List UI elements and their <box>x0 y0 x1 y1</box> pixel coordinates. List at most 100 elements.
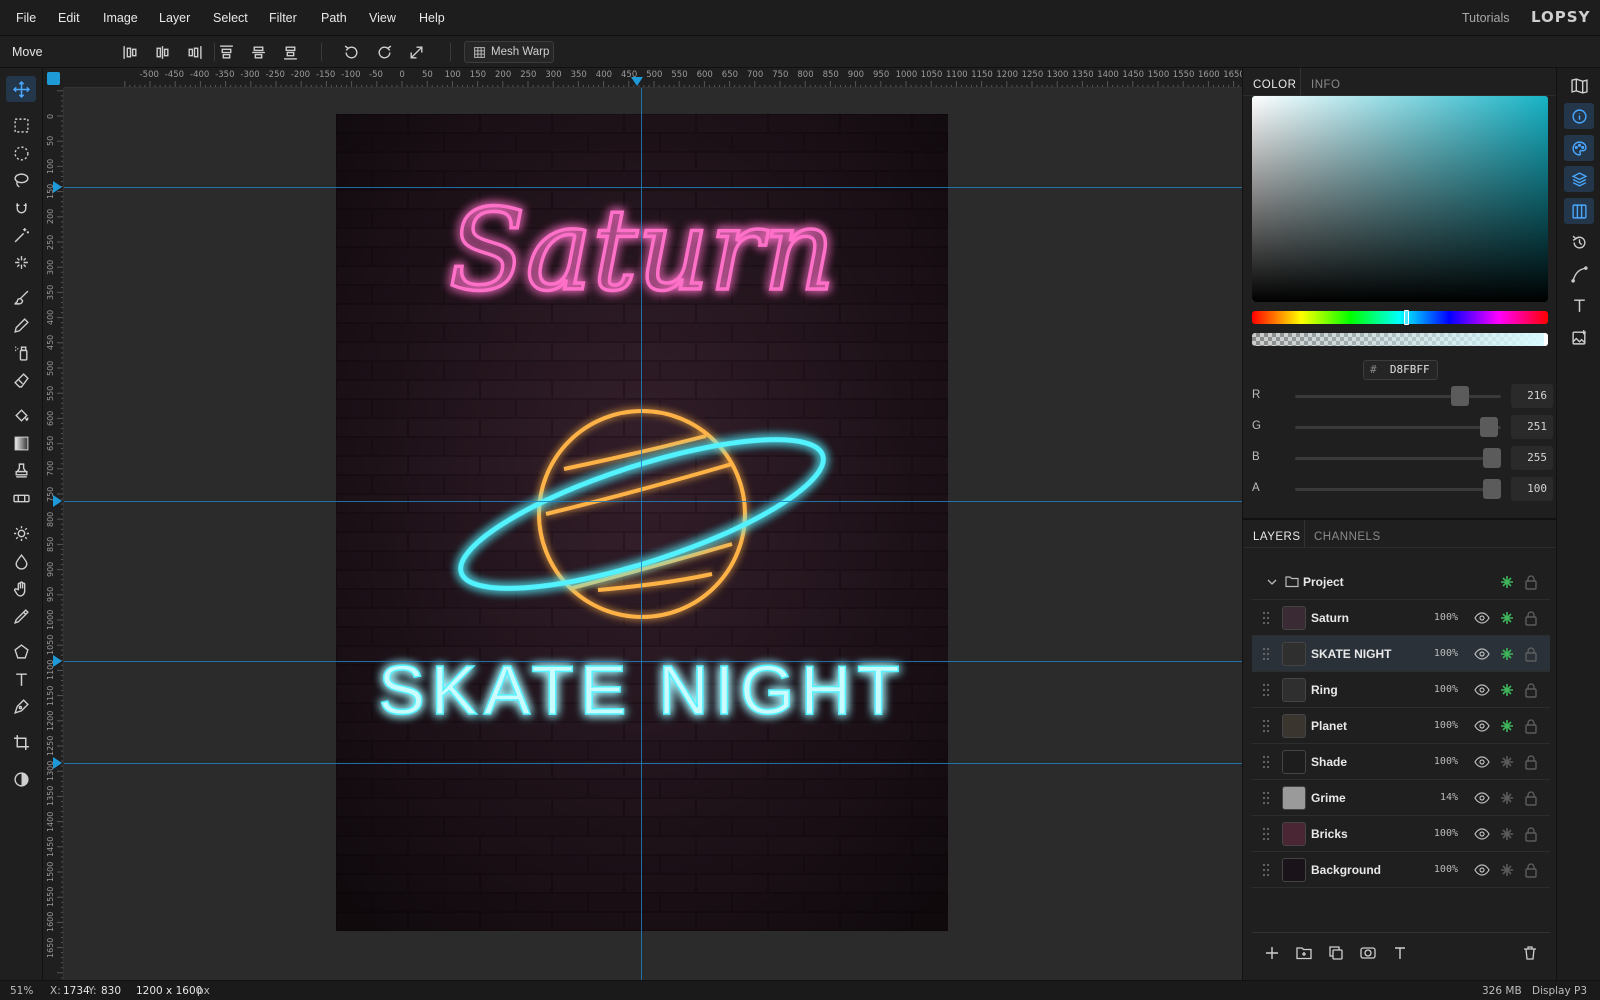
channel-a-slider[interactable] <box>1295 488 1501 491</box>
align-right-button[interactable] <box>184 43 204 61</box>
drag-handle-icon[interactable] <box>1262 718 1270 734</box>
add-layer-button[interactable] <box>1262 943 1282 963</box>
layer-name[interactable]: Shade <box>1311 755 1347 769</box>
canvas-area[interactable]: Saturn SKATE NIGHT <box>64 88 1242 980</box>
mesh-warp-button[interactable]: Mesh Warp <box>464 41 554 63</box>
eyedropper-tool[interactable] <box>6 603 36 629</box>
lock-icon[interactable] <box>1524 718 1538 734</box>
quick-select-tool[interactable] <box>6 249 36 275</box>
layer-row[interactable]: Background 100% <box>1252 852 1550 888</box>
pencil-tool[interactable] <box>6 312 36 338</box>
blur-tool[interactable] <box>6 548 36 574</box>
layer-opacity[interactable]: 100% <box>1422 612 1458 623</box>
alpha-slider[interactable] <box>1252 333 1548 346</box>
layer-opacity[interactable]: 100% <box>1422 648 1458 659</box>
channel-g-handle[interactable] <box>1479 417 1498 437</box>
layer-opacity[interactable]: 100% <box>1422 828 1458 839</box>
fx-icon[interactable] <box>1499 682 1515 698</box>
drag-handle-icon[interactable] <box>1262 646 1270 662</box>
drag-handle-icon[interactable] <box>1262 826 1270 842</box>
fx-icon[interactable] <box>1499 646 1515 662</box>
zoom-level[interactable]: 51% <box>10 985 33 997</box>
layer-row[interactable]: SKATE NIGHT 100% <box>1252 636 1550 672</box>
channel-b-slider[interactable] <box>1295 457 1501 460</box>
layer-opacity[interactable]: 14% <box>1422 792 1458 803</box>
color-saturation-field[interactable] <box>1252 96 1548 302</box>
fx-icon[interactable] <box>1499 718 1515 734</box>
eye-icon[interactable] <box>1474 718 1490 734</box>
align-left-button[interactable] <box>120 43 140 61</box>
fx-icon[interactable] <box>1499 826 1515 842</box>
adjustment-tool[interactable] <box>6 766 36 792</box>
align-center-h-button[interactable] <box>152 43 172 61</box>
delete-layer-button[interactable] <box>1520 943 1540 963</box>
lock-icon[interactable] <box>1524 754 1538 770</box>
add-group-button[interactable] <box>1294 943 1314 963</box>
tab-layers[interactable]: LAYERS <box>1253 526 1301 548</box>
fx-icon[interactable] <box>1499 574 1515 590</box>
horizontal-guide[interactable] <box>64 187 1242 188</box>
channel-r-value[interactable]: 216 <box>1511 384 1553 408</box>
menu-select[interactable]: Select <box>213 11 248 25</box>
healing-tool[interactable] <box>6 485 36 511</box>
magic-wand-tool[interactable] <box>6 222 36 248</box>
vertical-guide[interactable] <box>641 88 642 980</box>
alpha-slider-handle[interactable] <box>1544 333 1548 346</box>
horizontal-guide[interactable] <box>64 763 1242 764</box>
shape-tool[interactable] <box>6 638 36 664</box>
drag-handle-icon[interactable] <box>1262 754 1270 770</box>
channel-g-value[interactable]: 251 <box>1511 415 1553 439</box>
horizontal-guide[interactable] <box>64 661 1242 662</box>
layers-panel-button[interactable] <box>1564 166 1594 192</box>
character-panel-button[interactable] <box>1564 292 1594 318</box>
rotate-left-button[interactable] <box>341 43 361 61</box>
duplicate-layer-button[interactable] <box>1326 943 1346 963</box>
layer-name[interactable]: Ring <box>1311 683 1338 697</box>
guide-marker-left[interactable] <box>53 495 63 507</box>
lock-icon[interactable] <box>1524 646 1538 662</box>
gradient-tool[interactable] <box>6 430 36 456</box>
layer-row[interactable]: Saturn 100% <box>1252 600 1550 636</box>
menu-layer[interactable]: Layer <box>159 11 190 25</box>
channel-b-value[interactable]: 255 <box>1511 446 1553 470</box>
menu-file[interactable]: File <box>16 11 36 25</box>
navigator-button[interactable] <box>1564 72 1594 98</box>
channel-a-handle[interactable] <box>1483 479 1501 499</box>
layer-opacity[interactable]: 100% <box>1422 756 1458 767</box>
fx-icon[interactable] <box>1499 610 1515 626</box>
hex-input[interactable]: # D8FBFF <box>1363 360 1438 380</box>
lock-icon[interactable] <box>1524 862 1538 878</box>
layer-opacity[interactable]: 100% <box>1422 684 1458 695</box>
layer-opacity[interactable]: 100% <box>1422 864 1458 875</box>
menu-filter[interactable]: Filter <box>269 11 297 25</box>
text-tool[interactable] <box>6 666 36 692</box>
eraser-tool[interactable] <box>6 367 36 393</box>
drag-handle-icon[interactable] <box>1262 790 1270 806</box>
ellipse-select-tool[interactable] <box>6 140 36 166</box>
horizontal-ruler[interactable]: -500 -450 -400 -350 -300 -250 -200 -150 -100 -50 0… <box>64 68 1242 88</box>
layer-row[interactable]: Shade 100% <box>1252 744 1550 780</box>
layer-row[interactable]: Ring 100% <box>1252 672 1550 708</box>
channels-panel-button[interactable] <box>1564 198 1594 224</box>
menu-edit[interactable]: Edit <box>58 11 80 25</box>
eye-icon[interactable] <box>1474 790 1490 806</box>
hue-slider-handle[interactable] <box>1403 310 1409 325</box>
menu-view[interactable]: View <box>369 11 396 25</box>
hue-slider[interactable] <box>1252 310 1548 325</box>
menu-path[interactable]: Path <box>321 11 347 25</box>
magnetic-lasso-tool[interactable] <box>6 195 36 221</box>
menu-help[interactable]: Help <box>419 11 445 25</box>
lock-icon[interactable] <box>1524 682 1538 698</box>
layer-name[interactable]: SKATE NIGHT <box>1311 647 1391 661</box>
rect-select-tool[interactable] <box>6 112 36 138</box>
eye-icon[interactable] <box>1474 826 1490 842</box>
align-bottom-button[interactable] <box>280 43 300 61</box>
drag-handle-icon[interactable] <box>1262 610 1270 626</box>
guide-marker-left[interactable] <box>53 757 63 769</box>
menu-image[interactable]: Image <box>103 11 138 25</box>
fill-tool[interactable] <box>6 402 36 428</box>
spray-tool[interactable] <box>6 339 36 365</box>
horizontal-guide[interactable] <box>64 501 1242 502</box>
tutorials-link[interactable]: Tutorials <box>1462 11 1509 25</box>
drag-handle-icon[interactable] <box>1262 862 1270 878</box>
